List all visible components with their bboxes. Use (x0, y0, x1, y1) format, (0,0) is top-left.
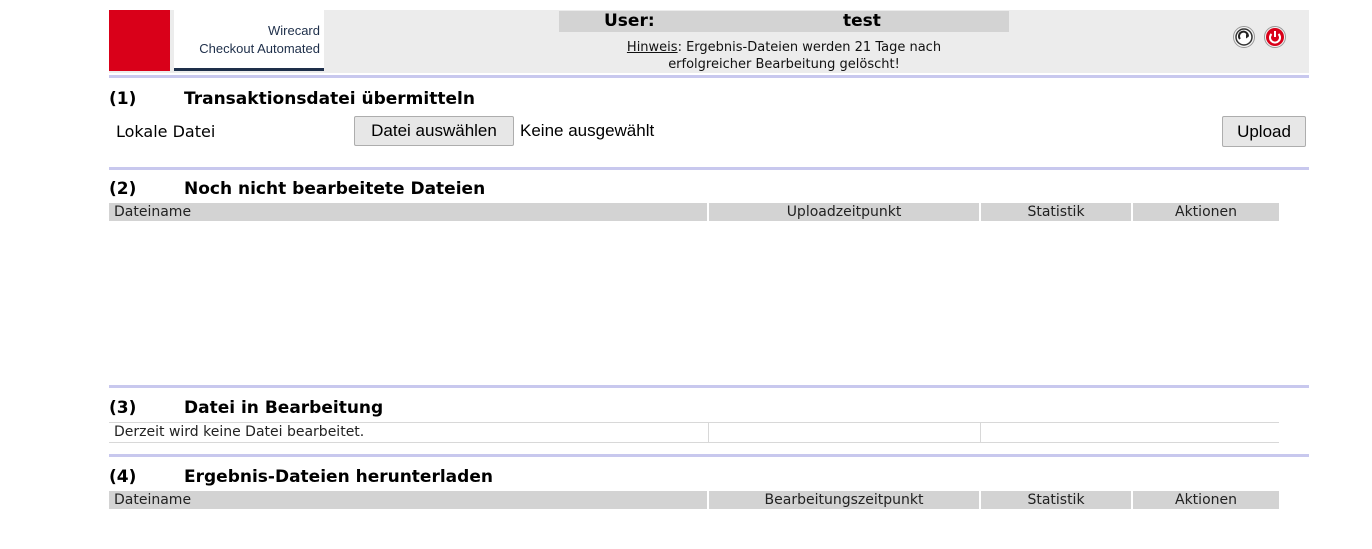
column-header-filename[interactable]: Dateiname (109, 491, 707, 509)
refresh-icon[interactable] (1233, 26, 1255, 48)
user-value: test (843, 11, 881, 31)
logo-red-block (109, 10, 170, 71)
section2-title: Noch nicht bearbeitete Dateien (184, 179, 486, 199)
choose-file-button[interactable]: Datei auswählen (354, 116, 514, 146)
logo-line1: Wirecard (267, 23, 320, 38)
column-header-upload-time[interactable]: Uploadzeitpunkt (709, 203, 979, 221)
section4-title: Ergebnis-Dateien herunterladen (184, 467, 493, 487)
no-file-selected-text: Keine ausgewählt (520, 121, 655, 140)
header: Wirecard Checkout Automated User: test H… (109, 10, 1309, 73)
column-header-processing-time[interactable]: Bearbeitungszeitpunkt (709, 491, 979, 509)
logo: Wirecard Checkout Automated (174, 10, 324, 71)
column-header-filename[interactable]: Dateiname (109, 203, 707, 221)
user-bar: User: test (559, 11, 1009, 32)
pending-files-table-header: Dateiname Uploadzeitpunkt Statistik Akti… (109, 203, 1279, 221)
power-icon[interactable] (1264, 26, 1286, 48)
section1-title: Transaktionsdatei übermitteln (184, 89, 475, 109)
section3-title: Datei in Bearbeitung (184, 398, 384, 418)
section-divider (109, 167, 1309, 170)
hint-line1: : Ergebnis-Dateien werden 21 Tage nach (677, 40, 942, 55)
hint-text: Hinweis: Ergebnis-Dateien werden 21 Tage… (559, 39, 1009, 73)
processing-status-text: Derzeit wird keine Datei bearbeitet. (114, 424, 365, 440)
column-header-statistics[interactable]: Statistik (981, 491, 1131, 509)
logo-line2: Checkout Automated (199, 41, 320, 56)
processing-status-row: Derzeit wird keine Datei bearbeitet. (109, 422, 1279, 443)
column-header-statistics[interactable]: Statistik (981, 203, 1131, 221)
section-divider (109, 75, 1309, 78)
column-separator (708, 423, 709, 442)
column-header-actions: Aktionen (1133, 203, 1279, 221)
hint-line2: erfolgreicher Bearbeitung gelöscht! (668, 57, 900, 72)
section4-number: (4) (109, 467, 137, 487)
local-file-label: Lokale Datei (116, 122, 216, 141)
upload-button[interactable]: Upload (1222, 116, 1306, 147)
result-files-table-header: Dateiname Bearbeitungszeitpunkt Statisti… (109, 491, 1279, 509)
section-divider (109, 385, 1309, 388)
column-header-actions: Aktionen (1133, 491, 1279, 509)
section-divider (109, 454, 1309, 457)
section2-number: (2) (109, 179, 137, 199)
column-separator (980, 423, 981, 442)
section1-number: (1) (109, 89, 137, 109)
section3-number: (3) (109, 398, 137, 418)
user-label: User: (604, 11, 655, 31)
hint-link[interactable]: Hinweis (627, 40, 678, 55)
